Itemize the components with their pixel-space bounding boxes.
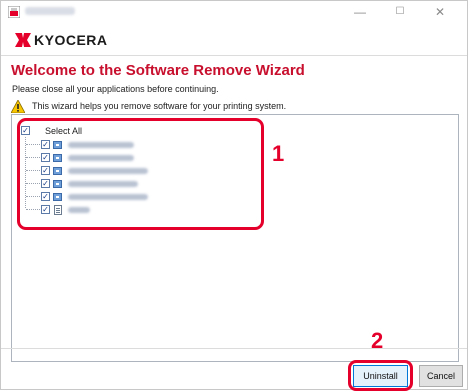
callout-number-1: 1 xyxy=(272,141,285,166)
highlight-tree-items xyxy=(17,118,264,230)
title-bar: — ☐ ✕ xyxy=(1,1,467,25)
window-title-blurred xyxy=(25,7,75,15)
minimize-button[interactable]: — xyxy=(345,1,375,25)
footer-divider xyxy=(1,348,467,349)
brand-logo-text: KYOCERA xyxy=(34,32,108,48)
instruction-text: Please close all your applications befor… xyxy=(12,84,219,94)
info-text: This wizard helps you remove software fo… xyxy=(32,101,287,111)
warning-icon xyxy=(11,100,25,113)
callout-number-2: 2 xyxy=(371,328,384,353)
maximize-button[interactable]: ☐ xyxy=(385,1,415,25)
cancel-button[interactable]: Cancel xyxy=(419,365,463,387)
brand-bar: KYOCERA xyxy=(1,25,467,56)
highlight-uninstall-button xyxy=(348,360,413,391)
close-button[interactable]: ✕ xyxy=(425,1,455,25)
app-icon xyxy=(8,6,20,18)
kyocera-logo-icon xyxy=(15,33,31,47)
wizard-heading: Welcome to the Software Remove Wizard xyxy=(11,62,305,79)
installer-window: — ☐ ✕ KYOCERA Welcome to the Software Re… xyxy=(0,0,468,391)
